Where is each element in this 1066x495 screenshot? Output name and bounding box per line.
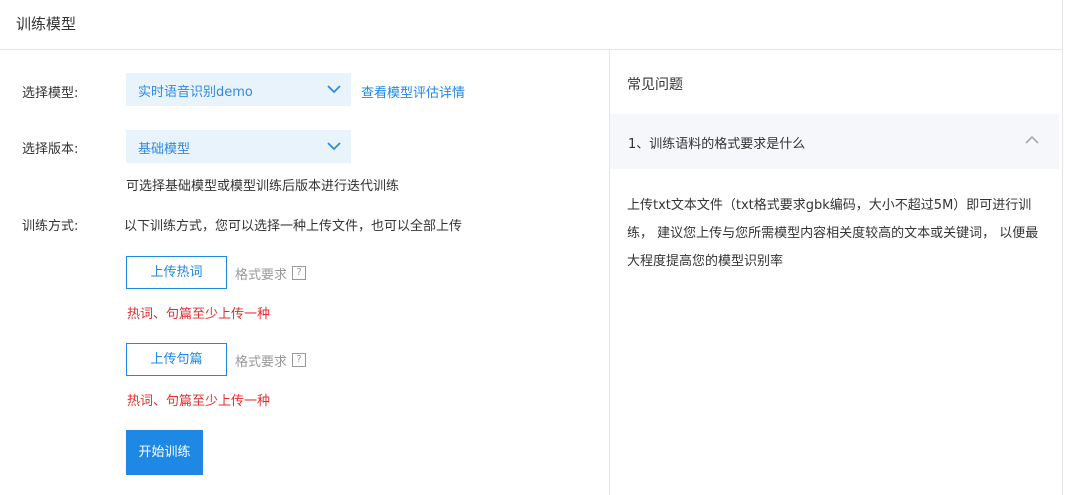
question-icon[interactable]: ? (292, 353, 306, 367)
version-label: 选择版本: (22, 142, 79, 157)
version-select-value: 基础模型 (138, 142, 191, 157)
view-model-eval-link[interactable]: 查看模型评估详情 (361, 82, 465, 101)
method-label: 训练方式: (22, 219, 79, 234)
chevron-down-icon (327, 85, 341, 94)
method-description: 以下训练方式，您可以选择一种上传文件，也可以全部上传 (124, 219, 463, 234)
upload-hotwords-button[interactable]: 上传热词 (126, 256, 227, 289)
faq-item-header[interactable]: 1、训练语料的格式要求是什么 (610, 114, 1059, 169)
model-select-value: 实时语音识别demo (138, 85, 253, 100)
model-label: 选择模型: (22, 86, 79, 101)
upload-sentences-button[interactable]: 上传句篇 (126, 343, 227, 376)
sentences-warning: 热词、句篇至少上传一种 (127, 394, 271, 409)
faq-answer: 上传txt文本文件（txt格式要求gbk编码，大小不超过5M）即可进行训练， 建… (627, 198, 1039, 269)
version-select[interactable]: 基础模型 (126, 130, 351, 163)
chevron-up-icon[interactable] (1025, 133, 1039, 147)
page-header: 训练模型 (0, 0, 1063, 50)
chevron-down-icon (327, 142, 341, 151)
question-icon[interactable]: ? (292, 266, 306, 280)
right-border (1062, 0, 1063, 495)
hotwords-warning: 热词、句篇至少上传一种 (127, 307, 271, 322)
faq-title: 常见问题 (627, 77, 683, 93)
sentences-format-link[interactable]: 格式要求 (235, 351, 287, 370)
version-hint: 可选择基础模型或模型训练后版本进行迭代训练 (126, 179, 400, 194)
start-training-button[interactable]: 开始训练 (126, 430, 203, 475)
model-select[interactable]: 实时语音识别demo (126, 73, 351, 106)
faq-question: 1、训练语料的格式要求是什么 (628, 137, 806, 152)
hotwords-format-link[interactable]: 格式要求 (235, 264, 287, 283)
page-title: 训练模型 (16, 15, 77, 33)
